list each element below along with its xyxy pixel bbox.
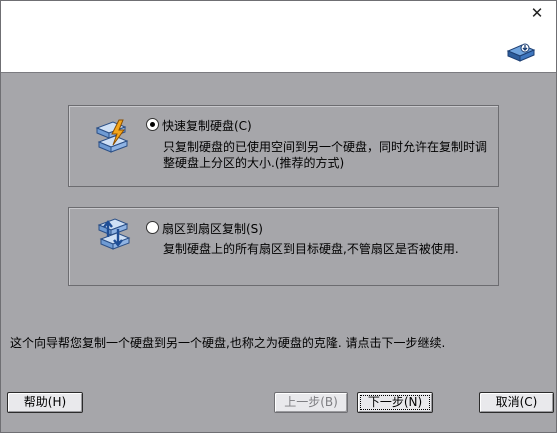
fast-copy-title[interactable]: 快速复制硬盘(C) [162, 117, 252, 134]
close-icon: ✕ [530, 4, 544, 22]
sector-copy-disk-icon [97, 218, 131, 250]
sector-copy-title[interactable]: 扇区到扇区复制(S) [162, 220, 263, 237]
disk-copy-logo-icon [506, 43, 536, 62]
fast-copy-description-line1: 只复制硬盘的已使用空间到另一个硬盘，同时允许在复制时调 [163, 140, 488, 154]
close-button[interactable]: ✕ [528, 4, 546, 22]
next-button[interactable]: 下一步(N) [357, 392, 433, 413]
sector-copy-option-box: 扇区到扇区复制(S) 复制硬盘上的所有扇区到目标硬盘,不管扇区是否被使用. [68, 207, 499, 286]
fast-copy-radio[interactable] [146, 118, 159, 131]
cancel-button[interactable]: 取消(C) [479, 392, 554, 413]
disk-copy-wizard-window: ✕ 快速复制硬盘(C) 只复制硬盘的已使用空间到另一个硬盘，同时允许在复制时调 … [0, 0, 557, 433]
wizard-info-text: 这个向导帮您复制一个硬盘到另一个硬盘,也称之为硬盘的克隆. 请点击下一步继续. [10, 336, 446, 350]
sector-copy-description: 复制硬盘上的所有扇区到目标硬盘,不管扇区是否被使用. [163, 242, 459, 256]
wizard-header: ✕ [1, 1, 556, 73]
fast-copy-disk-icon [95, 119, 129, 153]
back-button[interactable]: 上一步(B) [274, 392, 348, 413]
fast-copy-option-box: 快速复制硬盘(C) 只复制硬盘的已使用空间到另一个硬盘，同时允许在复制时调 整硬… [68, 105, 499, 187]
sector-copy-radio[interactable] [146, 221, 159, 234]
help-button[interactable]: 帮助(H) [7, 392, 83, 413]
fast-copy-description-line2: 整硬盘上分区的大小.(推荐的方式) [163, 156, 345, 170]
